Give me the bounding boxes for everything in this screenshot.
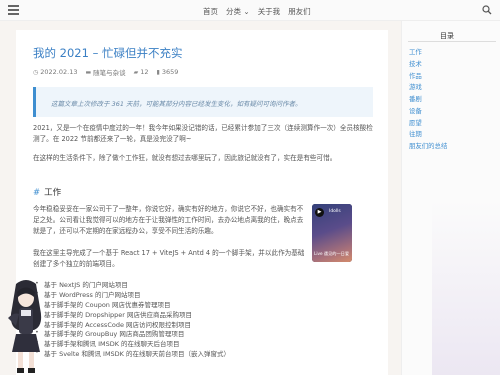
nav-item-about[interactable]: 关于我 <box>258 6 281 17</box>
list-item: 基于脚手架的 AccessCode 网店访问权限控制项目 <box>35 319 230 329</box>
toc-item-games[interactable]: 游戏 <box>409 82 447 94</box>
post-comments-value: 12 <box>140 68 149 76</box>
section-heading-text: 工作 <box>44 188 62 198</box>
comment-icon: ▰ <box>133 68 139 76</box>
toc-sidebar: 目录 工作 技术 作品 游戏 番剧 设备 愿望 往期 朋友们的总结 <box>401 21 500 375</box>
toc-item-devices[interactable]: 设备 <box>409 106 447 118</box>
post-views: ▮ 3659 <box>157 67 179 77</box>
bar-chart-icon: ▮ <box>156 68 160 76</box>
toc-item-work[interactable]: 工作 <box>409 47 447 59</box>
toc-item-past[interactable]: 往期 <box>409 129 447 141</box>
post-comments[interactable]: ▰ 12 <box>134 67 149 77</box>
post-title: 我的 2021 – 忙碌但并不充实 <box>33 46 183 60</box>
outdated-notice-text: 这篇文章上次修改于 361 天前，可能其部分内容已经发生变化，如有疑问可询问作者… <box>51 100 302 108</box>
project-list: 基于 NextJS 的门户网站项目 基于 WordPress 的门户网站项目 基… <box>35 279 230 358</box>
toc-item-friends-summary[interactable]: 朋友们的总结 <box>409 141 447 153</box>
heading-anchor-icon[interactable]: # <box>33 188 40 198</box>
nav-item-friends[interactable]: 朋友们 <box>288 6 311 17</box>
sidebar-illustration <box>432 201 500 375</box>
nav-item-home[interactable]: 首页 <box>203 6 218 17</box>
post-date-value: 2022.02.13 <box>40 68 78 76</box>
post-meta: ◷ 2022.02.13 ▬ 随笔与杂谈 ▰ 12 ▮ 3659 <box>33 67 178 77</box>
nav-item-category[interactable]: 分类 ⌄ <box>226 6 250 17</box>
work-paragraph-2: 我在这里主导完成了一个基于 React 17 + ViteJS + Antd 4… <box>33 249 305 268</box>
toc-divider <box>408 41 496 42</box>
main-nav: 首页 分类 ⌄ 关于我 朋友们 <box>203 6 311 17</box>
toc-title: 目录 <box>440 32 454 40</box>
toc-item-works[interactable]: 作品 <box>409 71 447 83</box>
intro-paragraph: 2021，又是一个在疫情中度过的一年！我今年如果没记错的话，已经累计参加了三次（… <box>33 124 373 143</box>
post-date: ◷ 2022.02.13 <box>33 67 77 77</box>
music-player[interactable]: ▶ Idolls Live 遇见的一日爱 <box>312 204 352 262</box>
toc-list: 工作 技术 作品 游戏 番剧 设备 愿望 往期 朋友们的总结 <box>409 47 447 153</box>
nav-item-category-label: 分类 <box>226 7 241 16</box>
list-item: 基于脚手架的 Dropshipper 网店供应商品采购项目 <box>35 309 230 319</box>
list-item: 基于 WordPress 的门户网站项目 <box>35 289 230 299</box>
post-category-value: 随笔与杂谈 <box>93 69 126 77</box>
folder-icon: ▬ <box>85 68 92 76</box>
work-paragraph-1: 今年稳稳妥妥在一家公司干了一整年，你说它好，确实有好的地方，你说它不好，也确实有… <box>33 205 304 235</box>
play-icon[interactable]: ▶ <box>315 208 324 217</box>
list-item: 基于 Svelte 和腾讯 IMSDK 的在线聊天前台项目（嵌入弹窗式） <box>35 348 230 358</box>
clock-icon: ◷ <box>33 68 39 76</box>
toc-item-tech[interactable]: 技术 <box>409 59 447 71</box>
menu-icon[interactable] <box>8 5 19 15</box>
song-caption: Live 遇见的一日爱 <box>314 251 350 256</box>
toc-item-anime[interactable]: 番剧 <box>409 94 447 106</box>
search-icon[interactable] <box>482 5 492 15</box>
top-navbar: 首页 分类 ⌄ 关于我 朋友们 <box>0 0 500 21</box>
outdated-notice: 这篇文章上次修改于 361 天前，可能其部分内容已经发生变化，如有疑问可询问作者… <box>33 87 373 117</box>
mascot-character[interactable] <box>4 278 48 375</box>
toc-item-wishes[interactable]: 愿望 <box>409 118 447 130</box>
section-heading-work: # 工作 <box>33 186 61 198</box>
second-paragraph: 在这样的生活条件下，除了做个工作狂，就没有想过去哪里玩了，因此旅记就没有了，实在… <box>33 154 337 162</box>
album-logo: Idolls <box>329 209 341 214</box>
post-category[interactable]: ▬ 随笔与杂谈 <box>85 67 126 78</box>
list-item: 基于 NextJS 的门户网站项目 <box>35 279 230 289</box>
list-item: 基于脚手架的 Coupon 网店优惠券管理项目 <box>35 299 230 309</box>
post-views-value: 3659 <box>161 68 179 76</box>
list-item: 基于脚手架的 GroupBuy 网店商品团购管理项目 <box>35 328 230 338</box>
list-item: 基于脚手架和腾讯 IMSDK 的在线聊天后台项目 <box>35 338 230 348</box>
chevron-down-icon: ⌄ <box>243 7 250 16</box>
